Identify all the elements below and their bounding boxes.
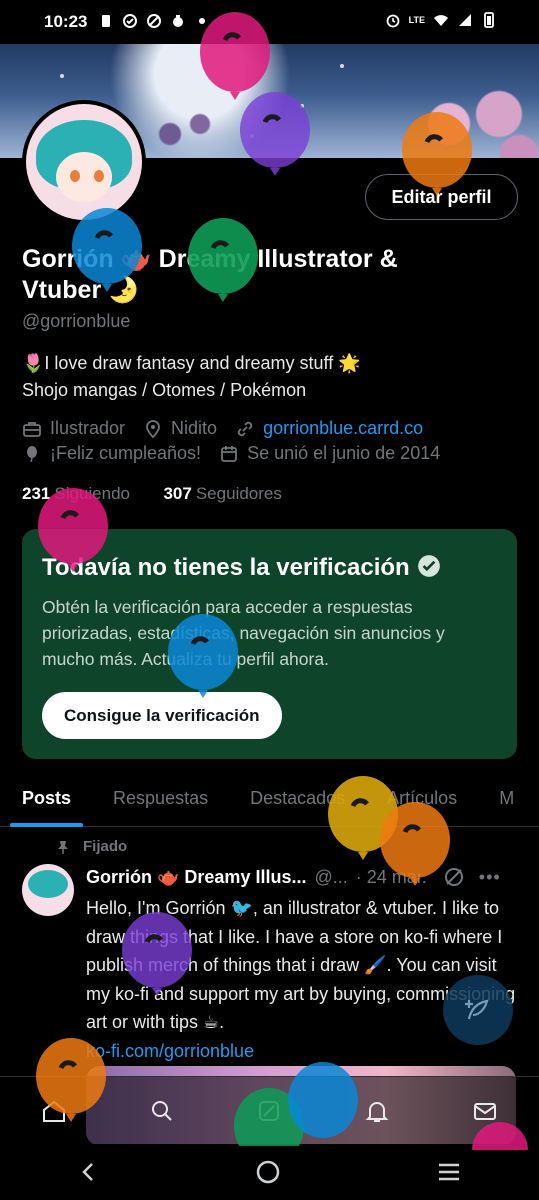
balloon-decoration (36, 1038, 106, 1122)
recents-icon[interactable] (436, 1160, 462, 1184)
bio-line: 🌷I love draw fantasy and dreamy stuff 🌟 (22, 353, 361, 373)
notifications-icon[interactable] (363, 1097, 391, 1125)
joined-date: Se unió el junio de 2014 (219, 443, 440, 464)
verification-body: Obtén la verificación para acceder a res… (42, 597, 445, 669)
profile-bio: 🌷I love draw fantasy and dreamy stuff 🌟 … (22, 350, 361, 404)
tab-posts[interactable]: Posts (9, 770, 84, 827)
website[interactable]: gorrionblue.carrd.co (235, 418, 423, 439)
pinned-label: Fijado (55, 838, 127, 855)
bio-line: Shojo mangas / Otomes / Pokémon (22, 380, 307, 400)
network-label: LTE (408, 15, 425, 25)
compose-icon (465, 999, 489, 1020)
signal-icon (459, 14, 471, 26)
balloon-decoration (240, 92, 310, 176)
check-circle-icon (123, 14, 137, 28)
followers-stat[interactable]: 307 Seguidores (163, 484, 281, 503)
tab-replies[interactable]: Respuestas (113, 770, 208, 827)
more-icon[interactable]: ••• (479, 867, 501, 888)
website-link[interactable]: gorrionblue.carrd.co (263, 418, 423, 439)
calendar-icon (221, 445, 237, 462)
balloon-decoration (72, 208, 142, 292)
status-left-icons (98, 13, 210, 29)
verified-badge-icon (417, 555, 440, 577)
post-avatar[interactable] (22, 864, 74, 916)
briefcase-icon (23, 421, 41, 437)
profile-meta-row: Ilustrador Nidito gorrionblue.carrd.co (22, 418, 441, 439)
battery-icon (484, 12, 494, 28)
banner-sparkle (340, 64, 344, 68)
birthday: ¡Feliz cumpleaños! (22, 443, 201, 464)
post-header: Gorrión 🫖 Dreamy Illus... @... · 24 mar.… (86, 866, 526, 888)
home-circle-icon[interactable] (255, 1159, 281, 1185)
balloon-decoration (402, 112, 472, 196)
balloon-icon (27, 445, 37, 462)
balloon-decoration (380, 802, 450, 886)
balloon-decoration (188, 218, 258, 302)
location-pin-icon (146, 419, 160, 438)
balloon-decoration (122, 912, 192, 996)
wifi-icon (434, 15, 448, 26)
occupation: Ilustrador (22, 418, 125, 439)
balloon-decoration (168, 614, 238, 698)
back-icon[interactable] (77, 1160, 101, 1184)
profile-handle: @gorrionblue (22, 311, 131, 331)
post-author[interactable]: Gorrión 🫖 Dreamy Illus... (86, 867, 306, 888)
sim-card-icon (102, 15, 110, 27)
alarm-icon (386, 14, 400, 28)
profile-tabs: Posts Respuestas Destacados Artículos M (0, 770, 539, 827)
avatar-image (26, 104, 142, 220)
search-icon[interactable] (148, 1097, 176, 1125)
balloon-decoration (472, 1122, 528, 1150)
status-right-icons: LTE (385, 12, 497, 28)
bug-icon (173, 15, 183, 27)
link-icon (237, 421, 253, 436)
compose-button[interactable] (443, 975, 513, 1045)
balloon-decoration (38, 488, 108, 572)
pin-icon (58, 840, 68, 854)
dnd-icon (147, 14, 161, 28)
verification-title: Todavía no tienes la verificación (42, 553, 497, 582)
status-time: 10:23 (44, 12, 88, 31)
tab-media[interactable]: M (499, 770, 514, 827)
balloon-decoration (288, 1062, 358, 1138)
banner-sparkle (60, 74, 64, 78)
location: Nidito (143, 418, 217, 439)
get-verified-button[interactable]: Consigue la verificación (42, 692, 282, 739)
system-nav (0, 1144, 539, 1200)
profile-meta-row-2: ¡Feliz cumpleaños! Se unió el junio de 2… (22, 443, 458, 464)
